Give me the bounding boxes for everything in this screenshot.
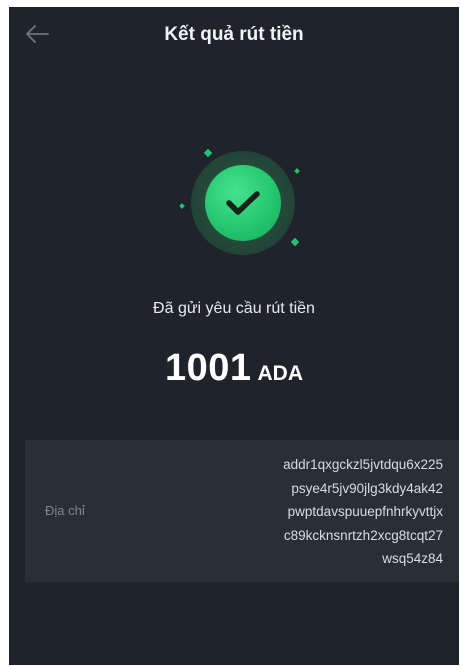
sparkle-icon bbox=[203, 148, 213, 158]
status-message: Đã gửi yêu cầu rút tiền bbox=[153, 300, 315, 317]
sparkle-icon bbox=[179, 203, 185, 209]
address-card: Địa chỉ addr1qxgckzl5jvtdqu6x225 psye4r5… bbox=[25, 440, 459, 582]
address-line: addr1qxgckzl5jvtdqu6x225 bbox=[283, 457, 443, 472]
success-illustration bbox=[9, 7, 459, 287]
address-line: pwptdavspuuepfnhrkyvttjx bbox=[287, 504, 443, 519]
amount-value: 1001 bbox=[164, 347, 252, 389]
checkmark-icon bbox=[226, 191, 260, 215]
address-line: psye4r5jv90jlg3kdy4ak42 bbox=[291, 480, 443, 496]
amount-unit: ADA bbox=[257, 362, 304, 385]
sparkle-icon bbox=[290, 237, 300, 247]
success-badge bbox=[205, 165, 281, 241]
address-line: c89kcknsnrtzh2xcg8tcqt27 bbox=[283, 527, 443, 543]
address-value[interactable]: addr1qxgckzl5jvtdqu6x225 psye4r5jv90jlg3… bbox=[283, 453, 443, 571]
sparkle-icon bbox=[294, 168, 300, 174]
withdraw-result-screen: Kết quả rút tiền Đã gửi yêu cầu rút tiền… bbox=[9, 7, 459, 665]
address-label: Địa chỉ bbox=[45, 503, 85, 518]
withdraw-amount: 1001 ADA bbox=[9, 347, 459, 390]
address-line: wsq54z84 bbox=[382, 551, 443, 566]
